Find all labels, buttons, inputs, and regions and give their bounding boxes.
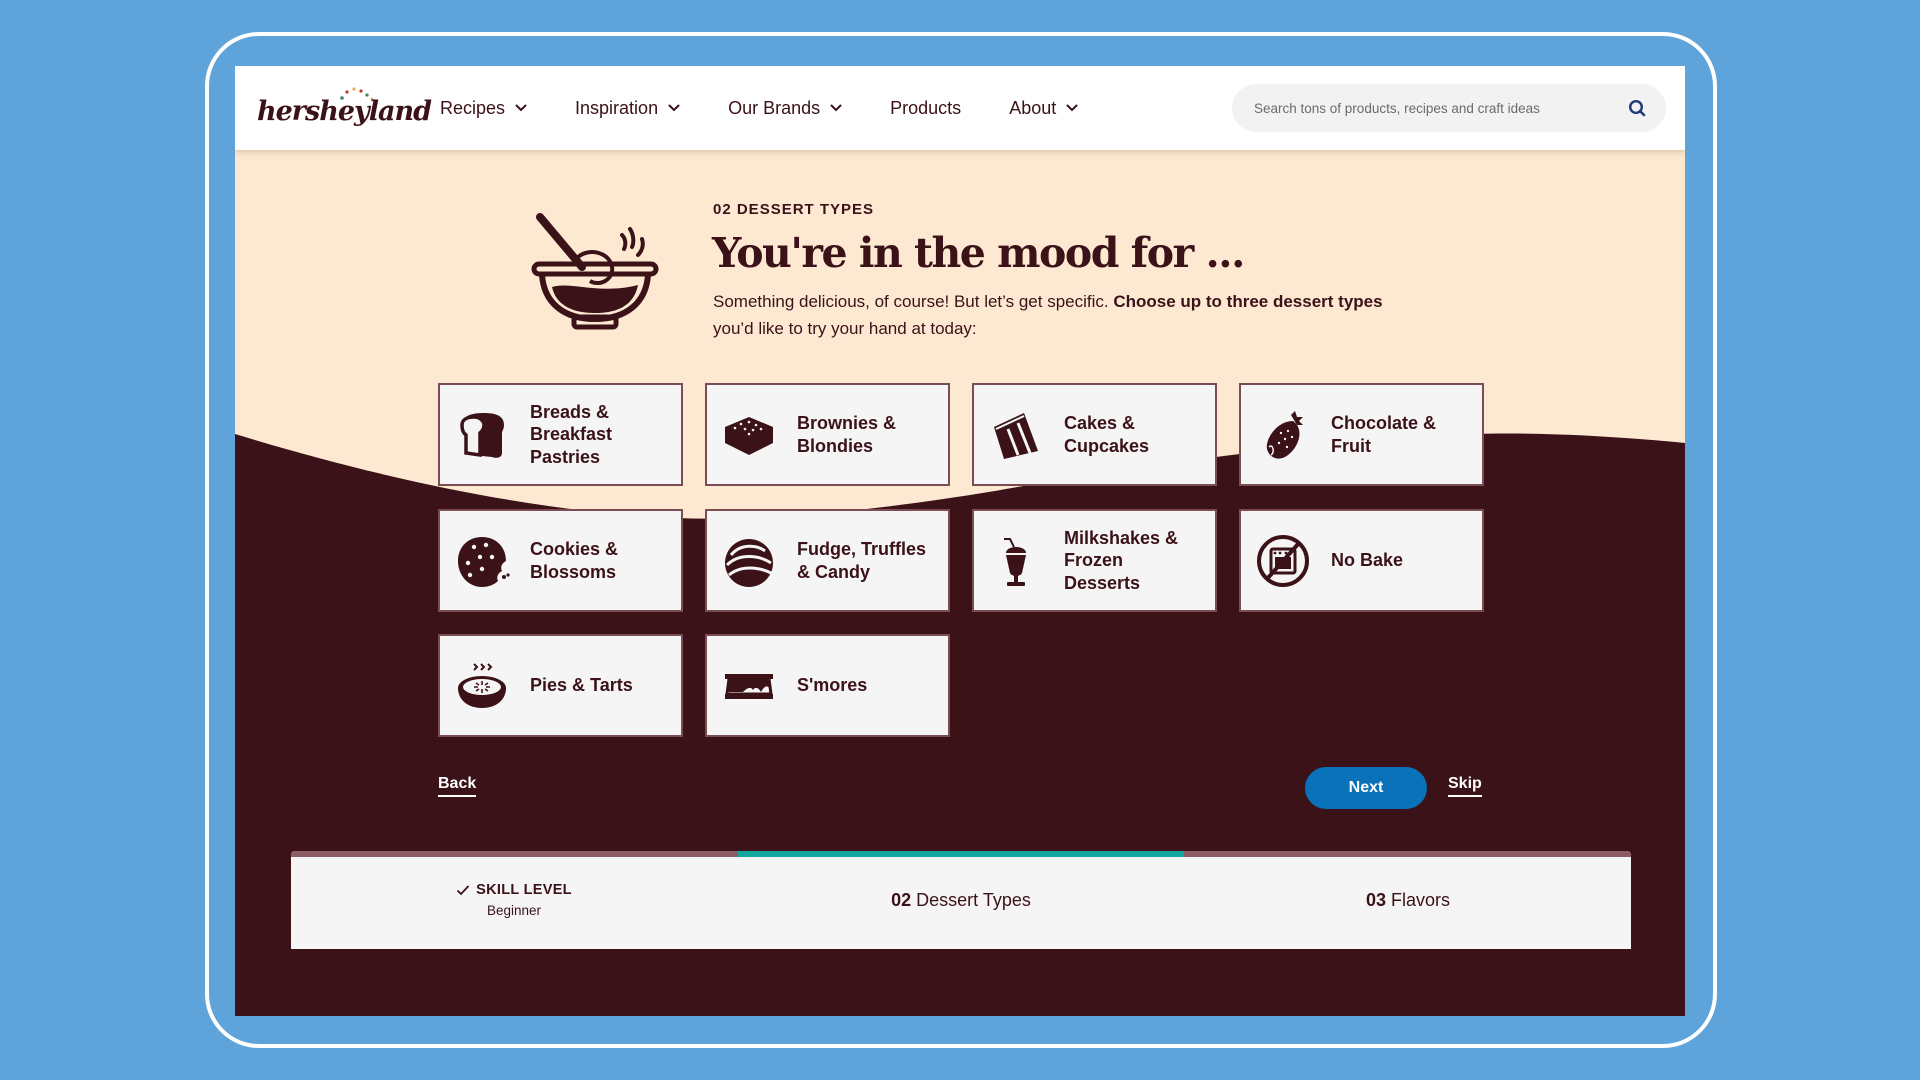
card-label: S'mores (797, 675, 868, 696)
card-label: Milkshakes & Frozen Desserts (1064, 527, 1179, 593)
back-link[interactable]: Back (438, 775, 477, 797)
next-button[interactable]: Next (1305, 767, 1427, 809)
step-flavors: 03 Flavors (1185, 851, 1631, 949)
checkmark-icon (457, 885, 470, 896)
step-title-text: Dessert Types (916, 889, 1031, 910)
logo-wordmark: hersheyland (257, 96, 432, 127)
card-label: Cookies & Blossoms (530, 539, 619, 582)
bread-icon (460, 412, 504, 458)
nav-recipes[interactable]: Recipes (440, 98, 527, 119)
step-title-text: Flavors (1391, 889, 1451, 910)
truffle-icon (725, 538, 773, 587)
site-header: hersheyland Recipes Inspiration Our Bran… (235, 66, 1685, 150)
dessert-card-smores[interactable]: S'mores (705, 634, 950, 737)
search-input[interactable] (1232, 100, 1602, 116)
browser-viewport: hersheyland Recipes Inspiration Our Bran… (235, 66, 1685, 1016)
search-bar (1232, 84, 1666, 132)
nav-our-brands[interactable]: Our Brands (728, 98, 842, 119)
nav-about[interactable]: About (1009, 98, 1078, 119)
nav-label: About (1009, 97, 1057, 118)
dessert-card-milkshakes[interactable]: Milkshakes & Frozen Desserts (972, 509, 1217, 612)
dessert-card-breads[interactable]: Breads & Breakfast Pastries (438, 383, 683, 486)
chevron-down-icon (668, 104, 680, 112)
chevron-down-icon (1066, 104, 1078, 112)
desc-text: you’d like to try your hand at today: (713, 319, 977, 338)
no-oven-icon (1257, 534, 1309, 587)
main-nav: Recipes Inspiration Our Brands Products … (440, 94, 1126, 122)
smores-icon (725, 673, 773, 699)
chevron-down-icon (515, 104, 527, 112)
step-dessert-types: 02 Dessert Types (738, 851, 1184, 949)
page-description: Something delicious, of course! But let’… (713, 288, 1393, 342)
desc-text: Something delicious, of course! But let’… (713, 292, 1114, 311)
chocolate-strawberry-icon (1266, 410, 1303, 459)
card-label: Breads & Breakfast Pastries (530, 401, 613, 467)
dessert-card-cakes[interactable]: Cakes & Cupcakes (972, 383, 1217, 486)
step-title: SKILL LEVEL (456, 882, 572, 898)
dessert-card-no-bake[interactable]: No Bake (1239, 509, 1484, 612)
dessert-card-pies[interactable]: Pies & Tarts (438, 634, 683, 737)
desc-emphasis: Choose up to three dessert types (1113, 292, 1383, 311)
chevron-down-icon (830, 104, 842, 112)
nav-products[interactable]: Products (890, 98, 961, 119)
search-icon[interactable] (1628, 99, 1646, 117)
cake-slice-icon (994, 412, 1038, 459)
hersheyland-logo[interactable]: hersheyland (257, 86, 432, 136)
step-value: Beginner (486, 903, 542, 918)
step-label: 03 Flavors (1366, 890, 1450, 911)
card-label: Pies & Tarts (530, 675, 633, 696)
page-title: You're in the mood for ... (712, 229, 1245, 277)
step-number: 02 (891, 889, 912, 910)
step-title-text: SKILL LEVEL (476, 882, 572, 898)
nav-label: Inspiration (575, 97, 659, 118)
skip-link[interactable]: Skip (1448, 775, 1482, 797)
card-label: Cakes & Cupcakes (1064, 413, 1150, 456)
nav-label: Our Brands (728, 97, 821, 118)
quiz-progress: SKILL LEVEL Beginner 02 Dessert Types 03 F… (291, 851, 1631, 949)
step-label: 02 Dessert Types (891, 890, 1031, 911)
dessert-card-brownies[interactable]: Brownies & Blondies (705, 383, 950, 486)
dessert-card-fudge[interactable]: Fudge, Truffles & Candy (705, 509, 950, 612)
pie-icon (458, 662, 506, 708)
step-number: 03 (1365, 889, 1386, 910)
step-eyebrow: 02 DESSERT TYPES (713, 201, 875, 218)
mixing-bowl-icon (531, 213, 659, 330)
dessert-type-grid: Breads & Breakfast Pastries Brownies & B… (438, 383, 1488, 753)
card-label: Chocolate & Fruit (1331, 413, 1437, 456)
card-label: Brownies & Blondies (797, 413, 897, 456)
nav-label: Products (890, 97, 962, 118)
milkshake-icon (1004, 537, 1026, 586)
brownie-icon (725, 416, 773, 455)
cookie-icon (458, 536, 510, 587)
card-label: No Bake (1331, 550, 1404, 571)
dessert-card-cookies[interactable]: Cookies & Blossoms (438, 509, 683, 612)
nav-label: Recipes (440, 97, 506, 118)
step-skill-level[interactable]: SKILL LEVEL Beginner (291, 851, 737, 949)
dessert-card-chocolate-fruit[interactable]: Chocolate & Fruit (1239, 383, 1484, 486)
card-label: Fudge, Truffles & Candy (797, 539, 927, 582)
nav-inspiration[interactable]: Inspiration (575, 98, 680, 119)
